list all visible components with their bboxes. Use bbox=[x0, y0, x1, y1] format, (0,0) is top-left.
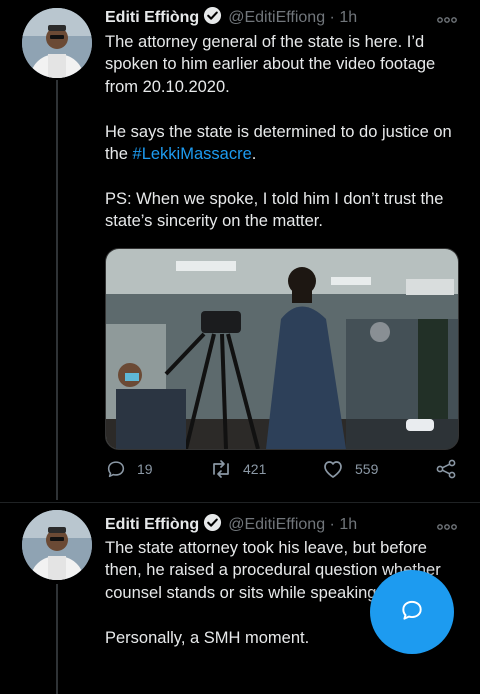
retweet-count: 421 bbox=[243, 461, 267, 477]
tweet-paragraph: He says the state is determined to do ju… bbox=[105, 121, 465, 166]
author-name[interactable]: Editi Effiòng bbox=[105, 516, 199, 533]
reply-icon bbox=[105, 458, 127, 480]
reply-count: 19 bbox=[137, 461, 153, 477]
author-handle[interactable]: @EditiEffiong bbox=[228, 516, 325, 533]
share-icon bbox=[435, 458, 457, 480]
more-options-icon[interactable] bbox=[436, 519, 458, 530]
reply-button[interactable]: 19 bbox=[105, 458, 153, 480]
tweet-paragraph: PS: When we spoke, I told him I don’t tr… bbox=[105, 189, 444, 231]
separator-dot: · bbox=[329, 9, 335, 26]
tweet-paragraph: The attorney general of the state is her… bbox=[105, 33, 436, 96]
more-options-icon[interactable] bbox=[436, 12, 458, 23]
tweet-text: The attorney general of the state is her… bbox=[105, 31, 465, 255]
tweet-time[interactable]: 1h bbox=[339, 9, 357, 26]
thread-line bbox=[56, 80, 58, 500]
hashtag-link[interactable]: #LekkiMassacre bbox=[133, 145, 252, 163]
author-name[interactable]: Editi Effiòng bbox=[105, 9, 199, 26]
verified-badge-icon bbox=[203, 6, 222, 30]
tweet-1[interactable]: Editi Effiòng @EditiEffiong · 1h The atto… bbox=[0, 0, 480, 500]
retweet-icon bbox=[209, 458, 233, 480]
compose-reply-icon bbox=[399, 597, 425, 628]
like-button[interactable]: 559 bbox=[321, 458, 378, 480]
tweet-divider bbox=[0, 502, 480, 503]
separator-dot: · bbox=[329, 516, 335, 533]
tweet-text-segment: . bbox=[251, 145, 257, 164]
verified-badge-icon bbox=[203, 513, 222, 537]
compose-reply-button[interactable] bbox=[370, 570, 454, 654]
photo-scene bbox=[106, 249, 458, 449]
tweet-time[interactable]: 1h bbox=[339, 516, 357, 533]
tweet-photo[interactable] bbox=[105, 248, 459, 450]
heart-icon bbox=[321, 458, 345, 480]
author-avatar[interactable] bbox=[22, 8, 92, 78]
tweet-actions: 19 421 559 bbox=[105, 458, 465, 484]
share-button[interactable] bbox=[435, 458, 457, 480]
tweet-header: Editi Effiòng @EditiEffiong · 1h bbox=[105, 6, 357, 30]
thread-line bbox=[56, 584, 58, 694]
author-handle[interactable]: @EditiEffiong bbox=[228, 9, 325, 26]
like-count: 559 bbox=[355, 461, 379, 477]
author-avatar[interactable] bbox=[22, 510, 92, 580]
tweet-header: Editi Effiòng @EditiEffiong · 1h bbox=[105, 513, 357, 537]
retweet-button[interactable]: 421 bbox=[209, 458, 266, 480]
